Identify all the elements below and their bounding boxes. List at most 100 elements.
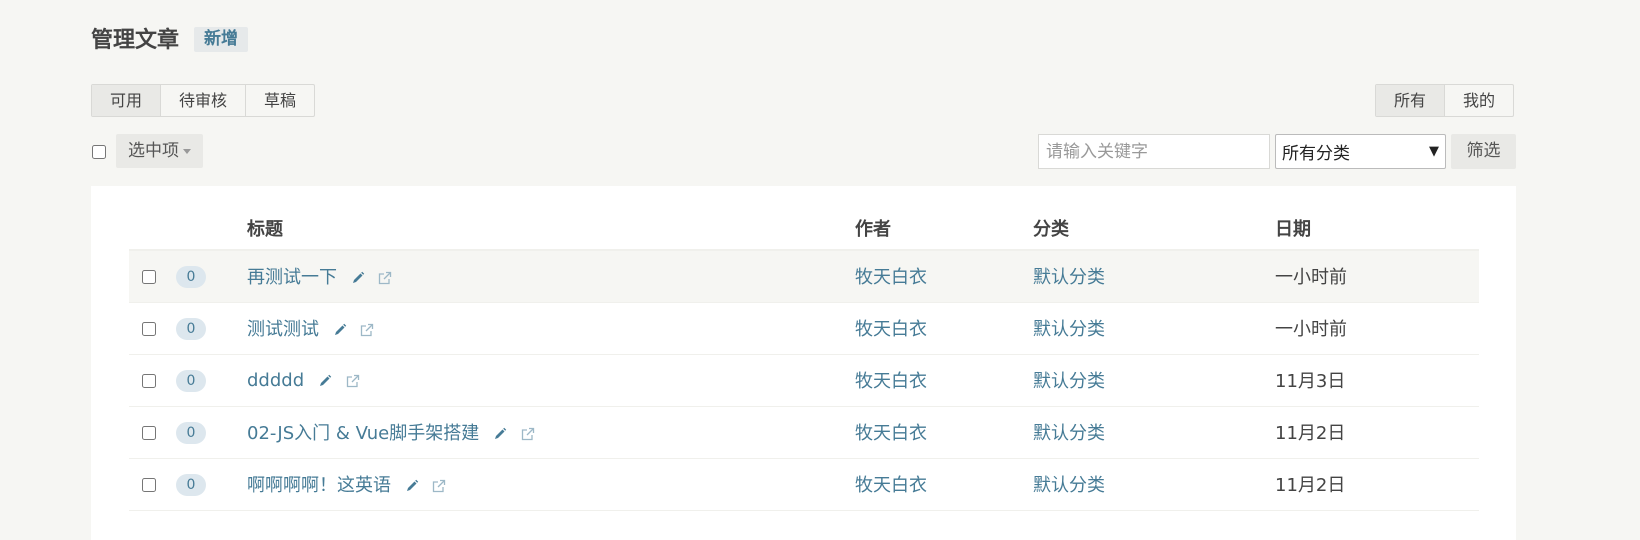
external-link-icon[interactable] bbox=[521, 427, 535, 441]
row-date-cell: 一小时前 bbox=[1275, 302, 1479, 355]
comment-count-badge[interactable]: 0 bbox=[176, 317, 206, 340]
row-check-cell bbox=[129, 406, 176, 459]
header-author: 作者 bbox=[855, 206, 1033, 251]
row-category-cell: 默认分类 bbox=[1033, 406, 1275, 459]
post-date: 11月2日 bbox=[1275, 475, 1346, 496]
row-author-cell: 牧天白衣 bbox=[855, 250, 1033, 303]
row-date-cell: 11月3日 bbox=[1275, 354, 1479, 407]
header-check-cell bbox=[129, 206, 176, 251]
tab-mine[interactable]: 我的 bbox=[1445, 85, 1513, 116]
table-row: 0 02-JS入门 & Vue脚手架搭建 牧天白衣 默认分类 11月2日 bbox=[129, 406, 1479, 459]
category-select-value: 所有分类 bbox=[1282, 144, 1350, 164]
row-checkbox[interactable] bbox=[142, 425, 156, 440]
external-link-icon[interactable] bbox=[378, 271, 392, 285]
category-link[interactable]: 默认分类 bbox=[1033, 267, 1105, 288]
category-link[interactable]: 默认分类 bbox=[1033, 319, 1105, 340]
manage-posts-page: 管理文章 新增 可用 待审核 草稿 所有 我的 选中项 所有分类 ▼ 筛选 标题… bbox=[0, 0, 1640, 540]
post-title-link[interactable]: 啊啊啊啊！这英语 bbox=[247, 475, 391, 496]
post-date: 11月2日 bbox=[1275, 423, 1346, 444]
header-date: 日期 bbox=[1275, 206, 1479, 251]
row-checkbox[interactable] bbox=[142, 373, 156, 388]
filter-button[interactable]: 筛选 bbox=[1451, 134, 1516, 169]
tab-available[interactable]: 可用 bbox=[92, 85, 162, 116]
external-link-icon[interactable] bbox=[346, 374, 360, 388]
table-row: 0 测试测试 牧天白衣 默认分类 一小时前 bbox=[129, 302, 1479, 355]
category-link[interactable]: 默认分类 bbox=[1033, 475, 1105, 496]
pencil-icon[interactable] bbox=[333, 323, 347, 337]
tab-drafts[interactable]: 草稿 bbox=[246, 85, 314, 116]
row-count-cell: 0 bbox=[176, 458, 247, 511]
table-row: 0 啊啊啊啊！这英语 牧天白衣 默认分类 11月2日 bbox=[129, 458, 1479, 511]
posts-table: 标题 作者 分类 日期 0 再测试一下 牧天白衣 默认分类 一小时前 0 测试测… bbox=[129, 206, 1479, 511]
table-header-row: 标题 作者 分类 日期 bbox=[129, 206, 1479, 251]
comment-count-badge[interactable]: 0 bbox=[176, 265, 206, 288]
comment-count-badge[interactable]: 0 bbox=[176, 421, 206, 444]
owner-tabs: 所有 我的 bbox=[1375, 84, 1515, 117]
add-post-button[interactable]: 新增 bbox=[194, 27, 248, 52]
row-count-cell: 0 bbox=[176, 354, 247, 407]
category-select[interactable]: 所有分类 ▼ bbox=[1275, 134, 1446, 169]
header-count-cell bbox=[176, 206, 247, 251]
pencil-icon[interactable] bbox=[405, 479, 419, 493]
row-checkbox[interactable] bbox=[142, 321, 156, 336]
row-category-cell: 默认分类 bbox=[1033, 458, 1275, 511]
header-title: 标题 bbox=[247, 206, 855, 251]
tab-pending-review[interactable]: 待审核 bbox=[161, 85, 247, 116]
row-title-cell: 测试测试 bbox=[247, 302, 855, 355]
row-date-cell: 一小时前 bbox=[1275, 250, 1479, 303]
row-checkbox[interactable] bbox=[142, 477, 156, 492]
row-author-cell: 牧天白衣 bbox=[855, 406, 1033, 459]
row-title-cell: 啊啊啊啊！这英语 bbox=[247, 458, 855, 511]
page-title: 管理文章 bbox=[91, 28, 180, 53]
row-title-cell: 02-JS入门 & Vue脚手架搭建 bbox=[247, 406, 855, 459]
select-all-checkbox[interactable] bbox=[92, 145, 106, 159]
pencil-icon[interactable] bbox=[318, 374, 332, 388]
post-title-link[interactable]: ddddd bbox=[247, 370, 304, 391]
header-category: 分类 bbox=[1033, 206, 1275, 251]
author-link[interactable]: 牧天白衣 bbox=[855, 423, 927, 444]
author-link[interactable]: 牧天白衣 bbox=[855, 371, 927, 392]
author-link[interactable]: 牧天白衣 bbox=[855, 267, 927, 288]
tab-all[interactable]: 所有 bbox=[1376, 85, 1446, 116]
table-row: 0 再测试一下 牧天白衣 默认分类 一小时前 bbox=[129, 250, 1479, 303]
selected-items-dropdown[interactable]: 选中项 bbox=[116, 134, 203, 168]
row-count-cell: 0 bbox=[176, 302, 247, 355]
row-count-cell: 0 bbox=[176, 250, 247, 303]
post-date: 11月3日 bbox=[1275, 371, 1346, 392]
row-title-cell: 再测试一下 bbox=[247, 250, 855, 303]
category-link[interactable]: 默认分类 bbox=[1033, 371, 1105, 392]
keyword-search-input[interactable] bbox=[1038, 134, 1270, 169]
comment-count-badge[interactable]: 0 bbox=[176, 369, 206, 392]
row-author-cell: 牧天白衣 bbox=[855, 354, 1033, 407]
row-count-cell: 0 bbox=[176, 406, 247, 459]
row-category-cell: 默认分类 bbox=[1033, 302, 1275, 355]
external-link-icon[interactable] bbox=[432, 479, 446, 493]
row-check-cell bbox=[129, 302, 176, 355]
row-category-cell: 默认分类 bbox=[1033, 250, 1275, 303]
pencil-icon[interactable] bbox=[351, 271, 365, 285]
category-link[interactable]: 默认分类 bbox=[1033, 423, 1105, 444]
table-row: 0 ddddd 牧天白衣 默认分类 11月3日 bbox=[129, 354, 1479, 407]
status-tabs: 可用 待审核 草稿 bbox=[91, 84, 316, 117]
row-date-cell: 11月2日 bbox=[1275, 458, 1479, 511]
caret-down-icon bbox=[183, 148, 191, 154]
chevron-down-icon: ▼ bbox=[1429, 144, 1439, 159]
pencil-icon[interactable] bbox=[493, 427, 507, 441]
row-check-cell bbox=[129, 250, 176, 303]
post-title-link[interactable]: 02-JS入门 & Vue脚手架搭建 bbox=[247, 423, 479, 444]
row-category-cell: 默认分类 bbox=[1033, 354, 1275, 407]
posts-table-panel: 标题 作者 分类 日期 0 再测试一下 牧天白衣 默认分类 一小时前 0 测试测… bbox=[91, 186, 1516, 540]
row-author-cell: 牧天白衣 bbox=[855, 458, 1033, 511]
post-date: 一小时前 bbox=[1275, 267, 1347, 289]
row-check-cell bbox=[129, 458, 176, 511]
post-date: 一小时前 bbox=[1275, 319, 1347, 340]
row-checkbox[interactable] bbox=[142, 269, 156, 284]
author-link[interactable]: 牧天白衣 bbox=[855, 319, 927, 340]
comment-count-badge[interactable]: 0 bbox=[176, 473, 206, 496]
post-title-link[interactable]: 测试测试 bbox=[247, 319, 319, 340]
external-link-icon[interactable] bbox=[360, 323, 374, 337]
post-title-link[interactable]: 再测试一下 bbox=[247, 267, 337, 288]
author-link[interactable]: 牧天白衣 bbox=[855, 475, 927, 496]
row-date-cell: 11月2日 bbox=[1275, 406, 1479, 459]
row-author-cell: 牧天白衣 bbox=[855, 302, 1033, 355]
